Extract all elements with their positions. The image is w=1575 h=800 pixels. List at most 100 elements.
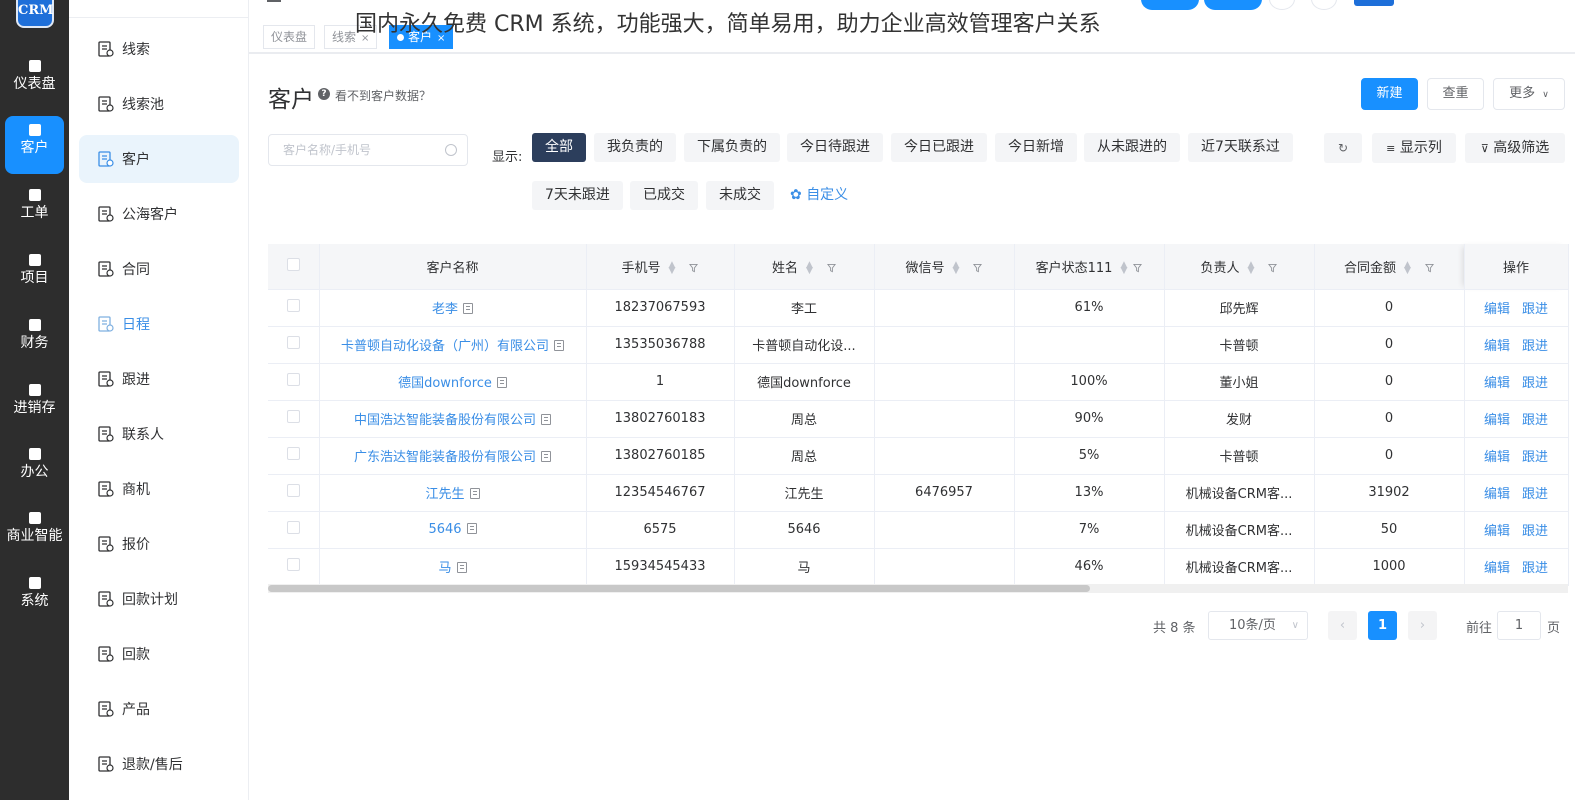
row-checkbox[interactable] (286, 447, 300, 460)
dedupe-button[interactable]: 查重 (1427, 78, 1484, 110)
horizontal-scrollbar[interactable] (268, 584, 1568, 593)
table-row[interactable]: 马 15934545433 马 46% 机械设备CRM客... 1000 编辑 跟进 (268, 548, 1569, 586)
row-checkbox[interactable] (286, 373, 300, 386)
col-phone[interactable]: 手机号 ▲ ▼ (586, 244, 735, 290)
edit-link[interactable]: 编辑 (1484, 561, 1510, 576)
rail-item-0[interactable]: 仪表盘 (5, 52, 64, 110)
copy-icon[interactable] (463, 303, 473, 314)
follow-up-link[interactable]: 跟进 (1522, 413, 1548, 428)
crm-logo[interactable]: CRM (16, 0, 54, 28)
rail-item-4[interactable]: 财务 (5, 311, 64, 369)
follow-up-link[interactable]: 跟进 (1522, 376, 1548, 391)
table-row[interactable]: 广东浩达智能装备股份有限公司 13802760185 周总 5% 卡普顿 0 编辑 跟进 (268, 437, 1569, 475)
filter-chip[interactable]: 未成交 (706, 181, 774, 210)
copy-icon[interactable] (456, 562, 467, 573)
subnav-item-4[interactable]: 合同 (79, 245, 239, 293)
new-button[interactable]: 新建 (1361, 78, 1418, 110)
edit-link[interactable]: 编辑 (1484, 524, 1510, 539)
rail-item-7[interactable]: 商业智能 (5, 504, 64, 562)
table-row[interactable]: 德国downforce 1 德国downforce 100% 董小姐 0 编辑 跟进 (268, 363, 1569, 401)
customer-name-link[interactable]: 卡普顿自动化设备（广州）有限公司 (341, 339, 549, 354)
edit-link[interactable]: 编辑 (1484, 376, 1510, 391)
more-dropdown[interactable]: 更多 ∨ (1493, 78, 1565, 110)
table-row[interactable]: 老李 18237067593 李工 61% 邱先辉 0 编辑 跟进 (268, 289, 1569, 327)
filter-chip[interactable]: 今日新增 (995, 133, 1077, 162)
copy-icon[interactable] (469, 488, 480, 499)
sort-icon[interactable]: ▲ ▼ (1404, 261, 1411, 276)
columns-button[interactable]: ≡ 显示列 (1372, 133, 1456, 163)
subnav-item-8[interactable]: 商机 (79, 465, 239, 513)
subnav-item-11[interactable]: 回款 (79, 630, 239, 678)
next-page-button[interactable]: › (1408, 611, 1437, 640)
col-owner[interactable]: 负责人 ▲ ▼ (1164, 244, 1315, 290)
question-icon[interactable]: ? (318, 88, 330, 100)
filter-chip[interactable]: 今日待跟进 (787, 133, 883, 162)
row-checkbox[interactable] (286, 484, 300, 497)
goto-page-input[interactable]: 1 (1497, 611, 1541, 640)
filter-icon[interactable] (689, 263, 699, 273)
tag-dashboard[interactable]: 仪表盘 (263, 25, 316, 49)
rail-item-6[interactable]: 办公 (5, 440, 64, 498)
customer-name-link[interactable]: 老李 (432, 302, 458, 317)
filter-chip[interactable]: 从未跟进的 (1084, 133, 1180, 162)
header-icon-button[interactable] (1269, 0, 1295, 10)
filter-chip[interactable]: 下属负责的 (684, 133, 780, 162)
rail-item-8[interactable]: 系统 (5, 569, 64, 627)
custom-filter-button[interactable]: ✿ 自定义 (790, 181, 848, 210)
rail-item-2[interactable]: 工单 (5, 181, 64, 239)
prev-page-button[interactable]: ‹ (1328, 611, 1357, 640)
filter-icon[interactable] (1133, 263, 1143, 273)
table-row[interactable]: 江先生 12354546767 江先生 6476957 13% 机械设备CRM客... 31… (268, 474, 1569, 512)
table-row[interactable]: 卡普顿自动化设备（广州）有限公司 13535036788 卡普顿自动化设... 卡普顿… (268, 326, 1569, 364)
subnav-item-13[interactable]: 退款/售后 (79, 740, 239, 788)
rail-item-1[interactable]: 客户 (5, 116, 64, 174)
filter-icon[interactable] (973, 263, 983, 273)
follow-up-link[interactable]: 跟进 (1522, 561, 1548, 576)
subnav-item-10[interactable]: 回款计划 (79, 575, 239, 623)
subnav-item-7[interactable]: 联系人 (79, 410, 239, 458)
table-row[interactable]: 5646 6575 5646 7% 机械设备CRM客... 50 编辑 跟进 (268, 511, 1569, 549)
edit-link[interactable]: 编辑 (1484, 487, 1510, 502)
sort-icon[interactable]: ▲ ▼ (953, 261, 960, 276)
header-action-button-2[interactable] (1204, 0, 1262, 10)
filter-icon[interactable] (826, 263, 836, 273)
row-checkbox[interactable] (286, 410, 300, 423)
filter-chip[interactable]: 近7天联系过 (1188, 133, 1293, 162)
customer-name-link[interactable]: 中国浩达智能装备股份有限公司 (354, 413, 536, 428)
filter-icon[interactable] (1424, 263, 1434, 273)
menu-toggle-icon[interactable] (267, 0, 281, 2)
row-checkbox[interactable] (286, 299, 300, 312)
filter-chip[interactable]: 7天未跟进 (532, 181, 623, 210)
subnav-item-0[interactable]: 线索 (79, 25, 239, 73)
subnav-item-1[interactable]: 线索池 (79, 80, 239, 128)
search-input[interactable]: 客户名称/手机号 (268, 134, 468, 166)
rail-item-5[interactable]: 进销存 (5, 376, 64, 434)
row-checkbox[interactable] (286, 521, 300, 534)
page-number-button[interactable]: 1 (1368, 611, 1397, 640)
header-action-button-1[interactable] (1141, 0, 1199, 10)
col-status[interactable]: 客户状态111 ▲ ▼ (1014, 244, 1165, 290)
filter-chip[interactable]: 全部 (532, 133, 586, 162)
advanced-filter-button[interactable]: ⊽ 高级筛选 (1465, 133, 1565, 163)
follow-up-link[interactable]: 跟进 (1522, 339, 1548, 354)
row-checkbox[interactable] (286, 336, 300, 349)
copy-icon[interactable] (541, 414, 551, 425)
sort-icon[interactable]: ▲ ▼ (669, 261, 676, 276)
subnav-item-9[interactable]: 报价 (79, 520, 239, 568)
filter-chip[interactable]: 我负责的 (594, 133, 676, 162)
col-wechat[interactable]: 微信号 ▲ ▼ (874, 244, 1015, 290)
sort-icon[interactable]: ▲ ▼ (806, 261, 813, 276)
scrollbar-thumb[interactable] (268, 585, 1090, 592)
table-row[interactable]: 中国浩达智能装备股份有限公司 13802760183 周总 90% 发财 0 编辑 跟进 (268, 400, 1569, 438)
customer-name-link[interactable]: 江先生 (425, 487, 464, 502)
edit-link[interactable]: 编辑 (1484, 302, 1510, 317)
customer-name-link[interactable]: 5646 (428, 522, 461, 537)
filter-chip[interactable]: 今日已跟进 (891, 133, 987, 162)
subnav-item-3[interactable]: 公海客户 (79, 190, 239, 238)
copy-icon[interactable] (466, 523, 477, 534)
sort-icon[interactable]: ▲ ▼ (1120, 261, 1127, 276)
copy-icon[interactable] (541, 451, 551, 462)
page-size-select[interactable]: 10条/页 ∨ (1208, 611, 1308, 640)
follow-up-link[interactable]: 跟进 (1522, 487, 1548, 502)
follow-up-link[interactable]: 跟进 (1522, 450, 1548, 465)
